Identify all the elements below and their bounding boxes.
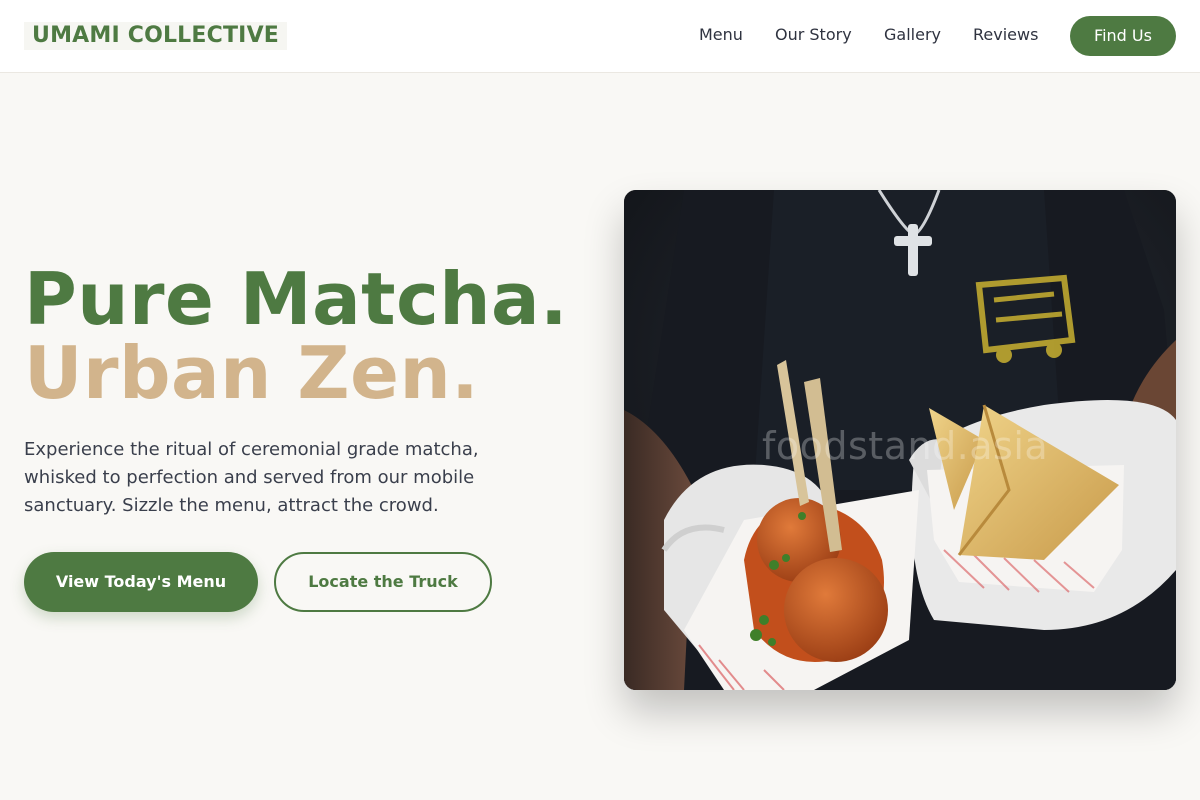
hero-title-line2: Urban Zen.	[24, 331, 480, 415]
nav-link-our-story[interactable]: Our Story	[775, 24, 852, 46]
nav-link-gallery[interactable]: Gallery	[884, 24, 941, 46]
hero-title: Pure Matcha. Urban Zen.	[24, 262, 568, 410]
image-watermark: foodstand.asia	[762, 424, 1049, 468]
find-us-button[interactable]: Find Us	[1070, 16, 1176, 56]
site-header: UMAMI COLLECTIVE Menu Our Story Gallery …	[0, 0, 1200, 73]
hero-food-photo: foodstand.asia	[624, 190, 1176, 690]
brand-logo[interactable]: UMAMI COLLECTIVE	[24, 22, 288, 50]
nav-link-menu[interactable]: Menu	[699, 24, 743, 46]
hero-description: Experience the ritual of ceremonial grad…	[24, 439, 479, 516]
view-menu-button[interactable]: View Today's Menu	[24, 552, 258, 612]
hero-title-line1: Pure Matcha.	[24, 257, 568, 341]
locate-truck-button[interactable]: Locate the Truck	[274, 552, 492, 612]
nav-link-reviews[interactable]: Reviews	[973, 24, 1038, 46]
